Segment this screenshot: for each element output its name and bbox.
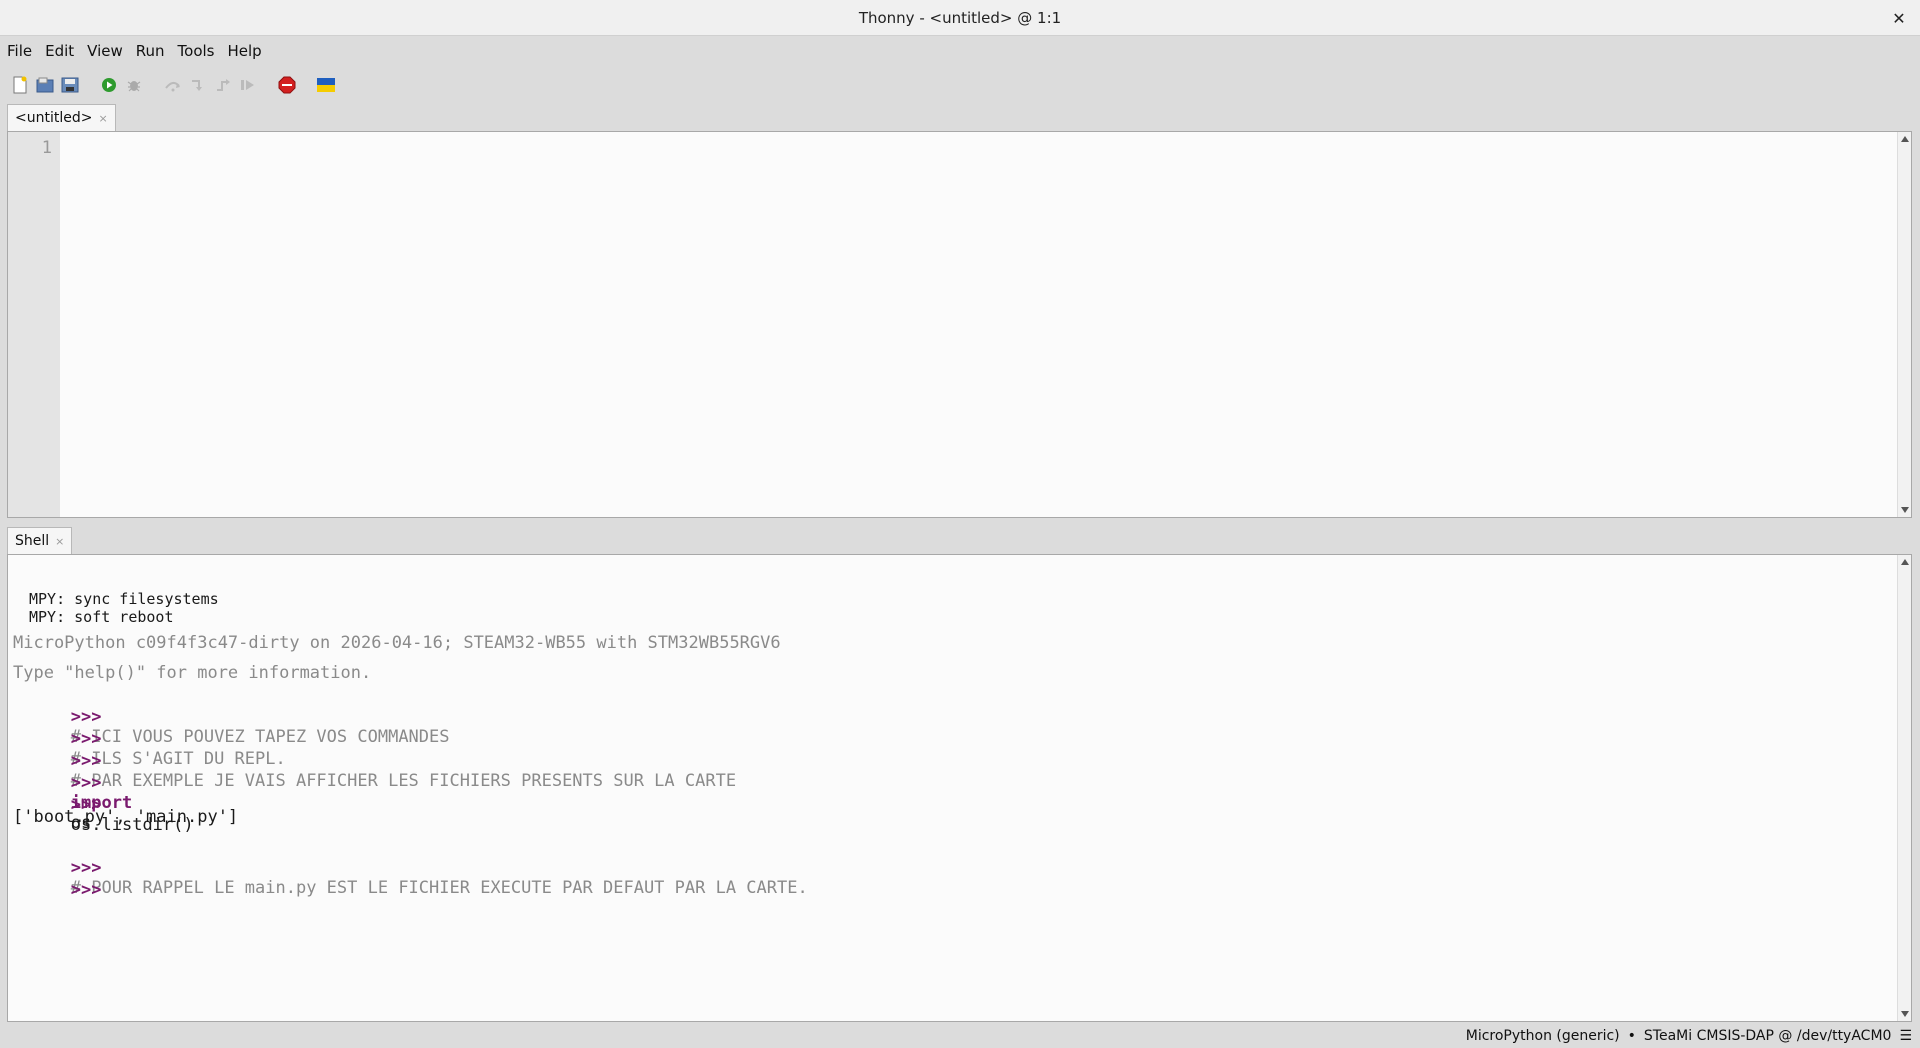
- menu-bar: File Edit View Run Tools Help: [0, 36, 1920, 66]
- shell-panel: MPY: sync filesystems MPY: soft reboot M…: [7, 554, 1912, 1022]
- shell-input-line: >>> # POUR RAPPEL LE main.py EST LE FICH…: [13, 839, 808, 917]
- shell-banner: Type "help()" for more information.: [13, 663, 372, 683]
- tab-label: <untitled>: [15, 110, 93, 126]
- shell-banner: MicroPython c09f4f3c47-dirty on 2026-04-…: [13, 633, 781, 653]
- scroll-down-icon[interactable]: [1901, 507, 1909, 513]
- open-file-button[interactable]: [34, 74, 56, 96]
- ukraine-flag-button[interactable]: [315, 74, 337, 96]
- bug-icon: [127, 81, 141, 92]
- shell-tab-strip: Shell ×: [7, 527, 73, 554]
- step-out-button[interactable]: [212, 74, 234, 96]
- editor-tab-strip: <untitled> ×: [7, 104, 116, 131]
- shell-sys-line: MPY: sync filesystems: [29, 590, 219, 608]
- shell-scrollbar[interactable]: [1897, 555, 1911, 1021]
- scroll-down-icon[interactable]: [1901, 1011, 1909, 1017]
- port-label[interactable]: STeaMi CMSIS-DAP @ /dev/ttyACM0: [1644, 1028, 1892, 1044]
- tab-close-icon[interactable]: ×: [55, 535, 64, 548]
- ukraine-flag-icon: [317, 78, 335, 92]
- floppy-disk-icon: [61, 77, 79, 93]
- tab-shell[interactable]: Shell ×: [7, 527, 73, 554]
- run-icon: [102, 78, 116, 92]
- shell-prompt: >>>: [70, 880, 102, 900]
- status-bar: MicroPython (generic) • STeaMi CMSIS-DAP…: [0, 1024, 1920, 1048]
- window-title: Thonny - <untitled> @ 1:1: [858, 8, 1062, 27]
- hamburger-menu-icon[interactable]: ☰: [1899, 1028, 1912, 1044]
- debug-button[interactable]: [123, 74, 145, 96]
- shell-comment: # POUR RAPPEL LE main.py EST LE FICHIER …: [70, 878, 808, 898]
- step-out-icon: [217, 79, 230, 91]
- shell-output: ['boot.py', 'main.py']: [13, 807, 239, 827]
- interpreter-label[interactable]: MicroPython (generic): [1466, 1028, 1620, 1044]
- menu-run[interactable]: Run: [131, 38, 170, 64]
- tab-untitled[interactable]: <untitled> ×: [7, 104, 116, 131]
- step-into-button[interactable]: [187, 74, 209, 96]
- title-bar: Thonny - <untitled> @ 1:1 ✕: [0, 0, 1920, 36]
- shell-input-line: >>>: [13, 861, 102, 919]
- new-file-button[interactable]: [9, 74, 31, 96]
- save-file-button[interactable]: [59, 74, 81, 96]
- folder-open-icon: [36, 77, 54, 93]
- scroll-up-icon[interactable]: [1901, 559, 1909, 565]
- tab-close-icon[interactable]: ×: [98, 112, 107, 125]
- shell-sys-line: MPY: soft reboot: [29, 608, 174, 626]
- code-editor: 1: [7, 131, 1912, 518]
- new-file-icon: [13, 76, 27, 94]
- stop-icon: [278, 76, 296, 94]
- step-into-icon: [192, 80, 202, 91]
- resume-icon: [241, 80, 254, 90]
- editor-text-area[interactable]: [60, 132, 1897, 517]
- resume-button[interactable]: [237, 74, 259, 96]
- status-separator: •: [1627, 1028, 1636, 1044]
- scroll-up-icon[interactable]: [1901, 136, 1909, 142]
- shell-text-area[interactable]: MPY: sync filesystems MPY: soft reboot M…: [8, 555, 1897, 1021]
- menu-help[interactable]: Help: [223, 38, 267, 64]
- step-over-button[interactable]: [162, 74, 184, 96]
- tab-label: Shell: [15, 533, 50, 549]
- menu-tools[interactable]: Tools: [173, 38, 220, 64]
- line-number-gutter: 1: [8, 132, 60, 517]
- line-number: 1: [41, 138, 52, 158]
- stop-button[interactable]: [276, 74, 298, 96]
- menu-file[interactable]: File: [2, 38, 37, 64]
- editor-scrollbar[interactable]: [1897, 132, 1911, 517]
- step-over-icon: [165, 82, 180, 92]
- close-icon[interactable]: ✕: [1888, 7, 1910, 29]
- menu-view[interactable]: View: [82, 38, 128, 64]
- toolbar: [0, 70, 1920, 100]
- menu-edit[interactable]: Edit: [40, 38, 79, 64]
- run-button[interactable]: [98, 74, 120, 96]
